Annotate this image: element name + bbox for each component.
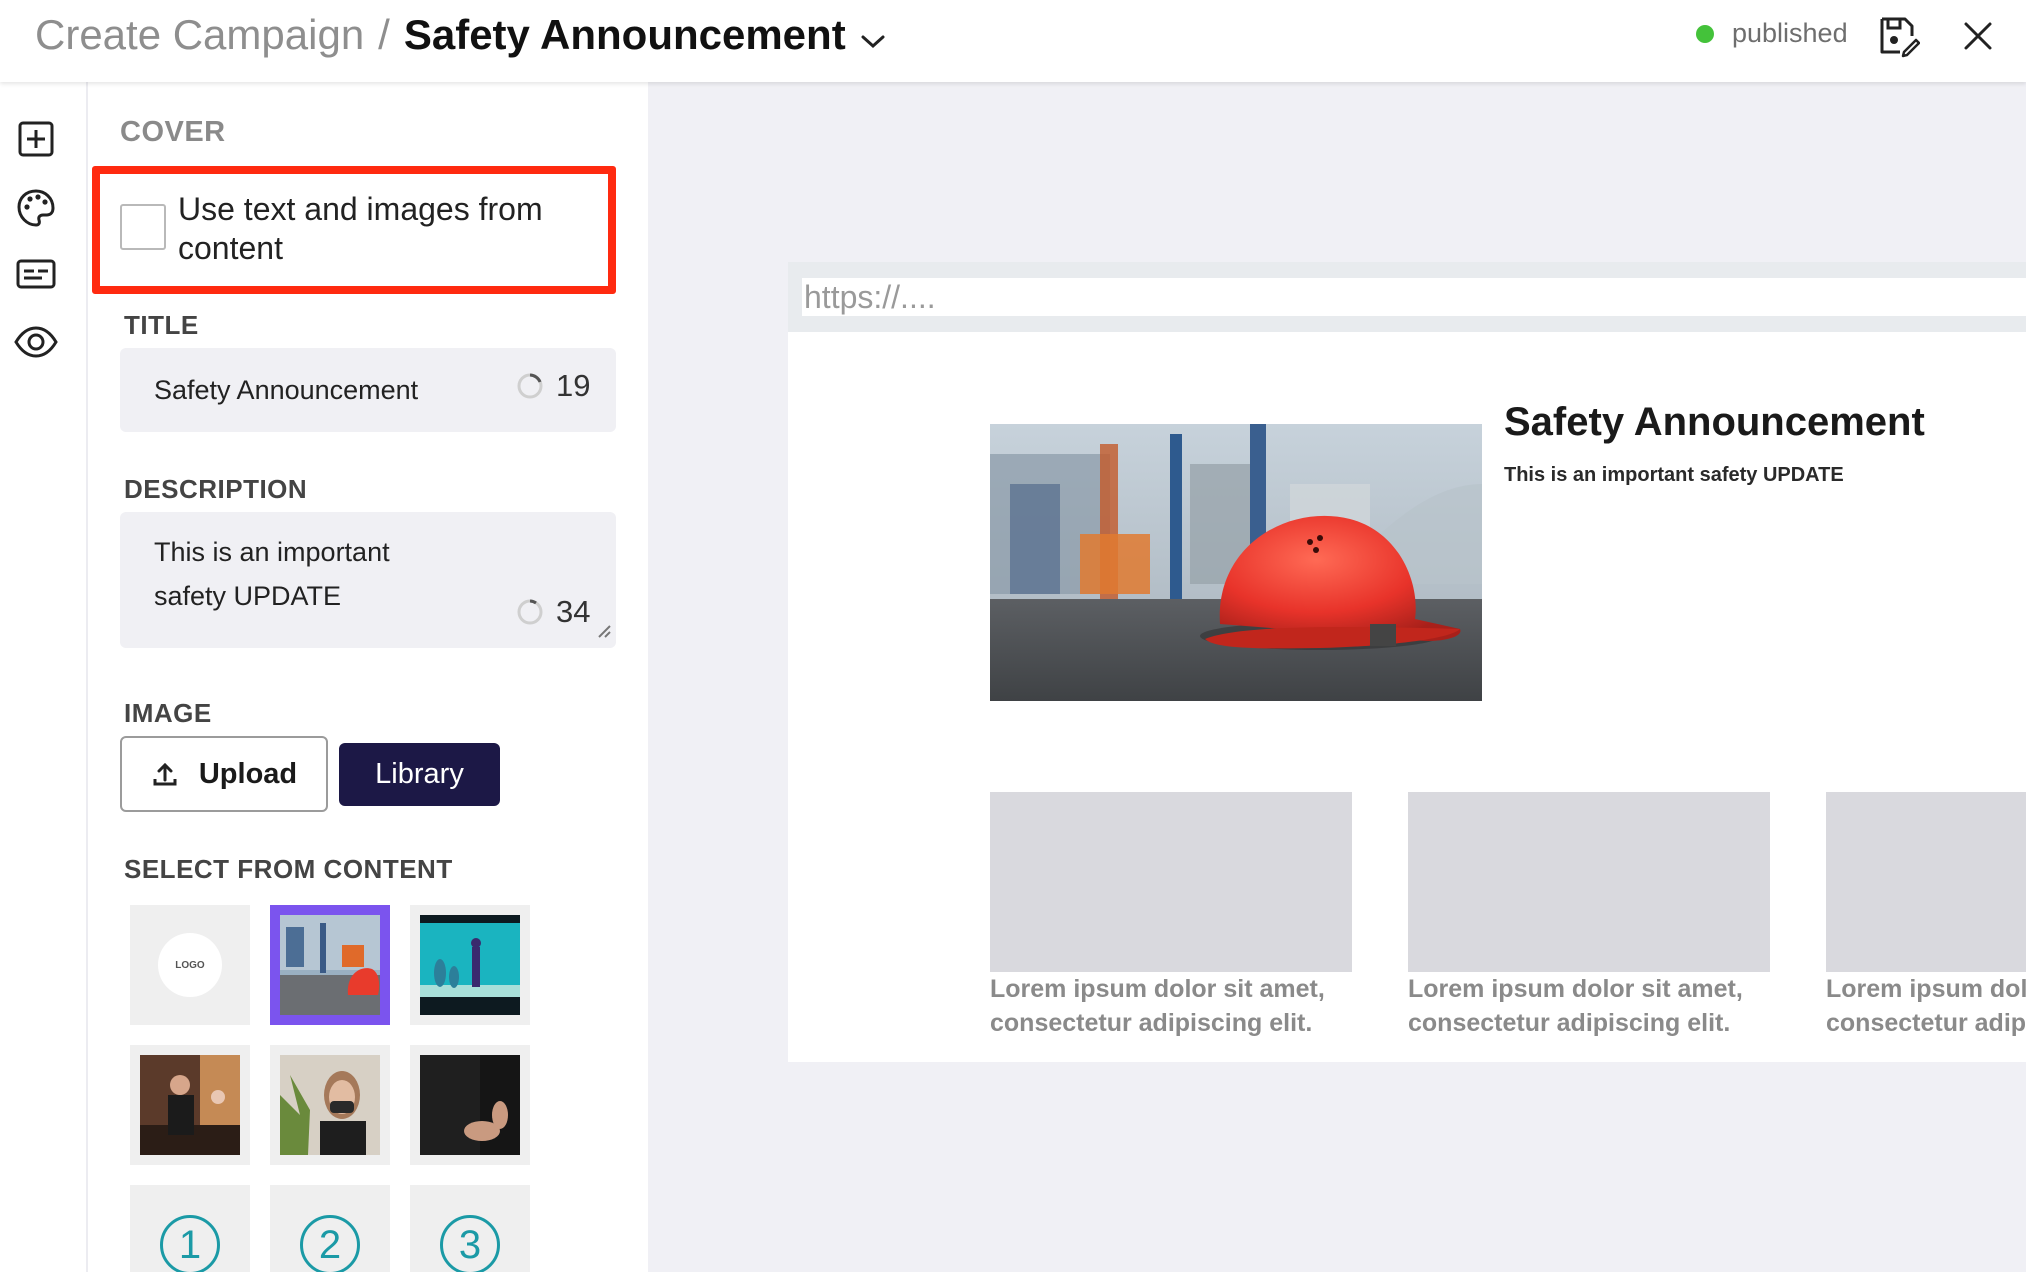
subtitles-icon[interactable]: [12, 250, 60, 298]
people-teal-thumb-image: [420, 915, 520, 1015]
preview-title: Safety Announcement: [1504, 400, 1925, 444]
save-icon[interactable]: [1876, 14, 1920, 58]
people-teal-thumb[interactable]: [410, 905, 530, 1025]
progress-ring-icon: [517, 599, 543, 625]
barista-thumb[interactable]: [130, 1045, 250, 1165]
step-one-number: 1: [160, 1215, 220, 1272]
placeholder-tile-text: Lorem ipsum dolor sit amet, consectetur …: [990, 972, 1390, 1040]
tool-rail: [0, 82, 88, 1272]
title-field[interactable]: Safety Announcement 19: [120, 348, 616, 432]
use-content-label: Use text and images from content: [178, 191, 543, 266]
tile-line-2: consectetur adipiscing elit.: [990, 1009, 1313, 1037]
add-icon[interactable]: [12, 115, 60, 163]
placeholder-tile-text: Lorem ipsum dolor sit amet, consectetur …: [1408, 972, 1808, 1040]
tile-line-1: Lorem ipsum dolor sit amet,: [990, 975, 1325, 1003]
title-char-counter: 19: [516, 368, 590, 404]
description-char-counter: 34: [516, 594, 590, 630]
status-dot: [1696, 24, 1714, 43]
upload-button[interactable]: Upload: [120, 736, 328, 812]
masked-woman-thumb[interactable]: [270, 1045, 390, 1165]
upload-label: Upload: [198, 757, 298, 790]
barista-thumb-image: [140, 1055, 240, 1155]
tile-line-2: consectetur adipiscing elit.: [1408, 1009, 1731, 1037]
breadcrumb: Create Campaign / Safety Announcement: [35, 10, 886, 60]
placeholder-tile: [1408, 792, 1770, 972]
tile-line-1: Lorem ipsum dolor sit amet,: [1826, 975, 2026, 1003]
use-content-checkbox[interactable]: [120, 204, 166, 250]
description-remaining: 34: [556, 594, 591, 629]
library-button[interactable]: Library: [339, 743, 500, 806]
placeholder-tile-text: Lorem ipsum dolor sit amet, consectetur …: [1826, 972, 2026, 1040]
step-two-number: 2: [300, 1215, 360, 1272]
hardhat-hero-image: [990, 424, 1482, 701]
step-one-thumb[interactable]: 1: [130, 1185, 250, 1272]
description-section-label: DESCRIPTION: [124, 474, 308, 504]
hands-thumb-image: [420, 1055, 520, 1155]
masked-woman-thumb-image: [280, 1055, 380, 1155]
status-label: published: [1732, 18, 1848, 48]
hands-thumb[interactable]: [410, 1045, 530, 1165]
palette-icon[interactable]: [12, 184, 60, 232]
breadcrumb-separator: /: [378, 11, 390, 58]
breadcrumb-create-campaign[interactable]: Create Campaign: [35, 11, 364, 59]
step-two-thumb[interactable]: 2: [270, 1185, 390, 1272]
top-bar: Create Campaign / Safety Announcement pu…: [0, 0, 2026, 82]
placeholder-tile: [990, 792, 1352, 972]
image-section-label: IMAGE: [124, 698, 212, 728]
resize-handle-icon[interactable]: [596, 623, 612, 644]
title-input-value[interactable]: Safety Announcement: [154, 368, 418, 412]
eye-icon[interactable]: [12, 318, 60, 366]
title-section-label: TITLE: [124, 310, 199, 340]
tile-line-2: consectetur adipiscing elit.: [1826, 1009, 2026, 1037]
url-input[interactable]: https://....: [802, 278, 2026, 316]
chevron-down-icon[interactable]: [860, 13, 886, 61]
logo-thumb[interactable]: LOGO: [130, 905, 250, 1025]
hardhat-thumb[interactable]: [270, 905, 390, 1025]
tile-line-1: Lorem ipsum dolor sit amet,: [1408, 975, 1743, 1003]
preview-card: Safety Announcement This is an important…: [788, 332, 2026, 1062]
step-three-number: 3: [440, 1215, 500, 1272]
step-three-thumb[interactable]: 3: [410, 1185, 530, 1272]
logo-placeholder: LOGO: [158, 933, 222, 997]
preview-url-bar: https://....: [788, 262, 2026, 332]
select-from-content-label: SELECT FROM CONTENT: [124, 854, 453, 884]
description-input-value[interactable]: This is an important safety UPDATE: [154, 530, 454, 618]
library-label: Library: [375, 758, 464, 790]
campaign-title[interactable]: Safety Announcement: [404, 11, 846, 59]
progress-ring-icon: [517, 373, 543, 399]
description-field[interactable]: This is an important safety UPDATE 34: [120, 512, 616, 648]
hardhat-thumb-image: [280, 915, 380, 1015]
close-icon[interactable]: [1956, 14, 2000, 58]
settings-panel: COVER Use text and images from content T…: [88, 82, 648, 1272]
upload-icon: [153, 762, 177, 786]
cover-section-label: COVER: [120, 116, 226, 148]
preview-description: This is an important safety UPDATE: [1504, 464, 1844, 486]
title-remaining: 19: [556, 368, 591, 403]
use-content-option[interactable]: Use text and images from content: [120, 190, 590, 268]
placeholder-tile: [1826, 792, 2026, 972]
publish-status: published: [1696, 18, 1848, 49]
